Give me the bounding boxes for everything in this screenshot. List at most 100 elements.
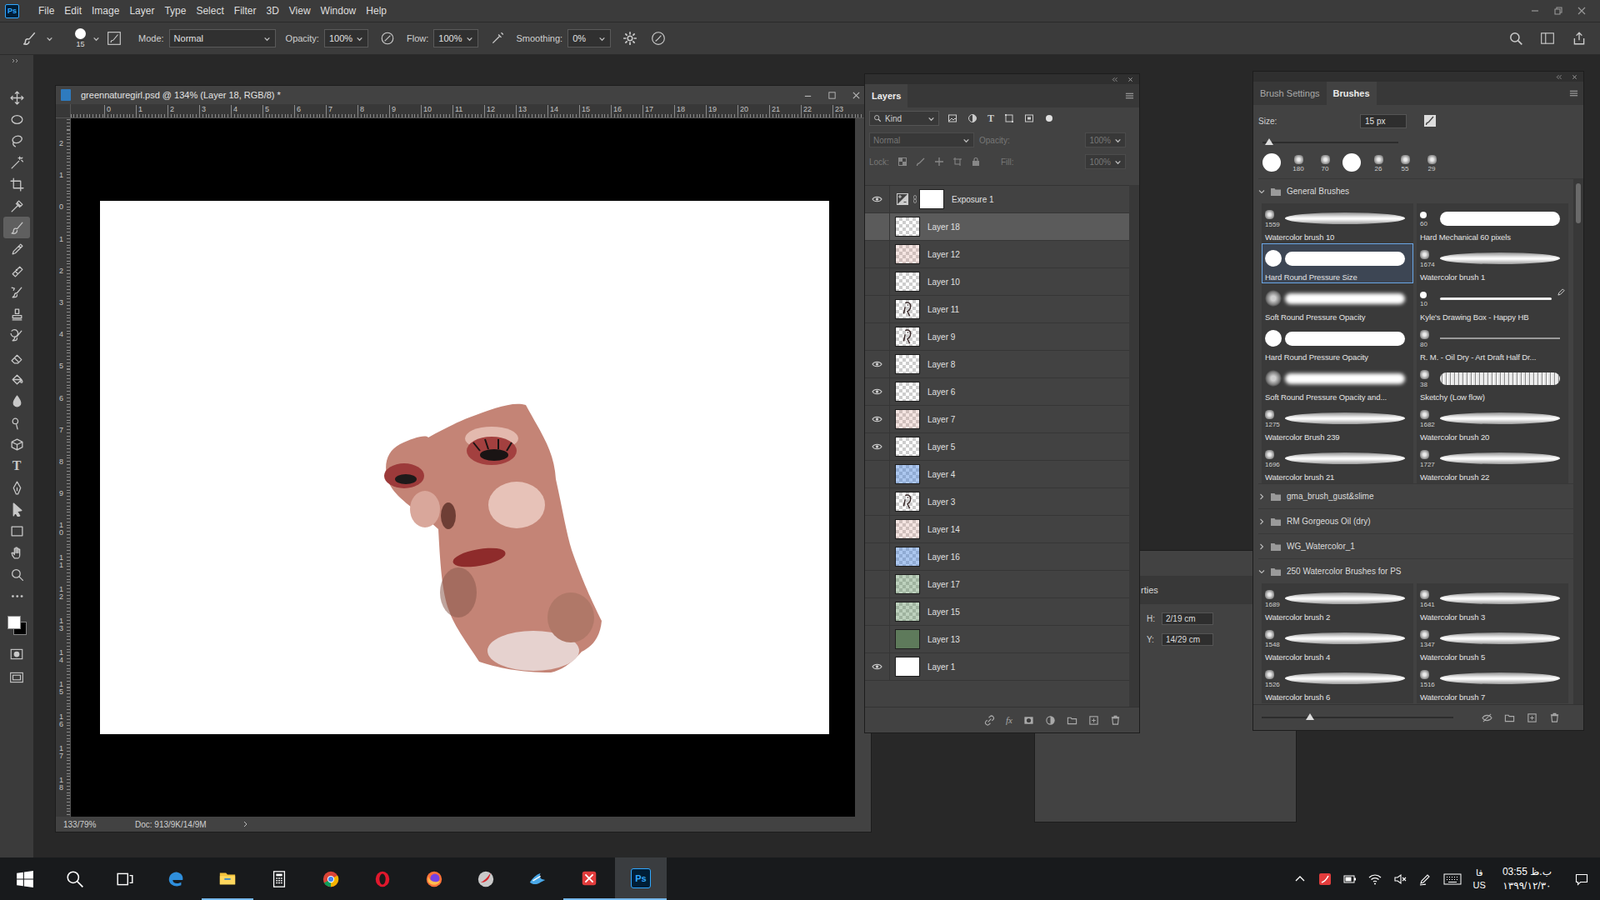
tool-button[interactable]: [3, 281, 30, 304]
dropdown-caret-icon[interactable]: [92, 35, 100, 43]
brush-preset[interactable]: 1674 Watercolor brush 1: [1416, 243, 1569, 284]
brush-preset[interactable]: 80 R. M. - Oil Dry - Art Draft Half Dr..…: [1416, 323, 1569, 364]
lock-position-icon[interactable]: [934, 156, 945, 167]
eye-icon[interactable]: [871, 195, 883, 204]
visibility-toggle[interactable]: [865, 378, 890, 405]
tool-button[interactable]: [3, 195, 30, 217]
new-brush-icon[interactable]: [1526, 712, 1538, 724]
visibility-toggle[interactable]: [865, 488, 890, 515]
menu-item[interactable]: 3D: [260, 3, 284, 19]
pixel-filter-icon[interactable]: [947, 113, 958, 124]
chevron-icon[interactable]: [1258, 518, 1265, 525]
recent-brush[interactable]: 55: [1391, 153, 1419, 173]
visibility-toggle[interactable]: [865, 515, 890, 543]
gear-icon[interactable]: [622, 30, 638, 46]
notifications-icon[interactable]: [1575, 872, 1589, 886]
tool-button[interactable]: [3, 238, 30, 260]
layer-row[interactable]: Layer 10: [865, 268, 1130, 296]
layer-row[interactable]: Layer 13: [865, 625, 1130, 654]
tool-button[interactable]: [3, 368, 30, 390]
brush-preset-picker[interactable]: 15: [75, 28, 86, 49]
airbrush-icon[interactable]: [490, 30, 505, 46]
properties-tab[interactable]: rties: [1140, 585, 1159, 595]
menu-item[interactable]: View: [284, 3, 316, 19]
brush-preset[interactable]: 10 Kyle's Drawing Box - Happy HB: [1416, 283, 1569, 324]
brush-preset[interactable]: 1641 Watercolor brush 3: [1416, 583, 1569, 624]
brush-preset[interactable]: Soft Round Pressure Opacity and...: [1261, 363, 1414, 404]
slider-knob[interactable]: [1265, 138, 1274, 145]
clock[interactable]: 03:55 ب.ظ ۱۳۹۹/۱۲/۳۰: [1497, 865, 1557, 894]
visibility-toggle[interactable]: [865, 295, 890, 323]
panel-tab[interactable]: Brush Settings: [1253, 81, 1327, 105]
chain-link-icon[interactable]: [912, 193, 918, 205]
menu-item[interactable]: Help: [360, 3, 392, 19]
new-brush-icon[interactable]: [1423, 114, 1437, 128]
brush-preset[interactable]: Hard Round Pressure Opacity: [1261, 323, 1414, 364]
layer-row[interactable]: Layer 1: [865, 653, 1130, 681]
tool-button[interactable]: [3, 216, 30, 239]
pressure-size-icon[interactable]: [650, 30, 666, 46]
panel-tab[interactable]: Brushes: [1326, 81, 1377, 105]
layer-row[interactable]: Layer 15: [865, 598, 1130, 626]
brush-group[interactable]: gma_brush_gust&slime: [1258, 483, 1574, 509]
eye-icon[interactable]: [871, 662, 883, 671]
recent-brush[interactable]: 70: [1311, 153, 1339, 173]
pressure-opacity-icon[interactable]: [380, 30, 395, 46]
minimize-icon[interactable]: [1530, 5, 1540, 16]
layer-row[interactable]: Layer 14: [865, 515, 1130, 544]
canvas-area[interactable]: [70, 118, 855, 817]
brush-list-scrollbar[interactable]: [1573, 178, 1584, 705]
brush-preset[interactable]: 1548 Watercolor brush 4: [1261, 623, 1414, 664]
layer-row[interactable]: Layer 3: [865, 488, 1130, 516]
layer-row[interactable]: Exposure 1: [865, 185, 1130, 214]
chevron-icon[interactable]: [1258, 568, 1265, 575]
maximize-icon[interactable]: [827, 90, 837, 100]
panel-menu-icon[interactable]: [1569, 89, 1579, 98]
tool-button[interactable]: [3, 173, 30, 195]
show-hidden-icons-icon[interactable]: [1293, 872, 1307, 886]
size-field[interactable]: 15 px: [1360, 114, 1407, 129]
menu-item[interactable]: Window: [315, 3, 362, 19]
filter-toggle[interactable]: [1045, 115, 1053, 122]
hide-preview-icon[interactable]: [1481, 712, 1493, 724]
tool-button[interactable]: T: [3, 455, 30, 477]
dropdown-caret-icon[interactable]: [263, 35, 271, 43]
dropdown-caret-icon[interactable]: [962, 136, 970, 145]
restore-icon[interactable]: [1553, 5, 1564, 16]
close-icon[interactable]: [851, 90, 861, 100]
brush-preset[interactable]: Hard Round Pressure Size: [1261, 243, 1414, 284]
brush-panel-toggle-icon[interactable]: [106, 30, 122, 46]
layer-row[interactable]: Layer 18: [865, 213, 1130, 241]
layer-row[interactable]: Layer 9: [865, 323, 1130, 351]
recent-brush[interactable]: [1258, 153, 1285, 172]
document-title-bar[interactable]: greennaturegirl.psd @ 134% (Layer 18, RG…: [55, 85, 871, 105]
adjustment-layer-icon[interactable]: [1045, 715, 1056, 726]
taskbar-app[interactable]: Ps: [615, 857, 667, 900]
lock-pixels-icon[interactable]: [915, 156, 926, 167]
recent-brush[interactable]: 26: [1365, 153, 1392, 173]
photoshop-logo[interactable]: Ps: [5, 4, 20, 19]
trash-icon[interactable]: [1549, 712, 1560, 724]
add-mask-icon[interactable]: [1023, 715, 1035, 726]
dropdown-caret-icon[interactable]: [45, 35, 54, 43]
visibility-toggle[interactable]: [865, 323, 890, 350]
dropdown-caret-icon[interactable]: [1114, 158, 1122, 166]
panel-menu-icon[interactable]: [1125, 91, 1135, 100]
tool-button[interactable]: [3, 303, 30, 325]
menu-item[interactable]: Filter: [229, 3, 262, 19]
fill-field[interactable]: 100%: [1085, 154, 1126, 170]
layer-row[interactable]: Layer 16: [865, 543, 1130, 571]
collapse-icon[interactable]: [1110, 76, 1119, 83]
visibility-toggle[interactable]: [865, 433, 890, 460]
taskbar-app[interactable]: [511, 857, 564, 900]
color-swatches[interactable]: [5, 613, 29, 639]
foreground-color-swatch[interactable]: [7, 615, 21, 630]
close-icon[interactable]: [1576, 5, 1587, 16]
blend-mode-select[interactable]: Normal: [869, 132, 975, 148]
new-layer-icon[interactable]: [1088, 715, 1100, 726]
lock-artboard-icon[interactable]: [952, 156, 963, 167]
tool-button[interactable]: [3, 130, 30, 152]
layer-list-scrollbar[interactable]: [1129, 185, 1140, 707]
network-icon[interactable]: [1368, 872, 1382, 886]
visibility-toggle[interactable]: [865, 460, 890, 488]
